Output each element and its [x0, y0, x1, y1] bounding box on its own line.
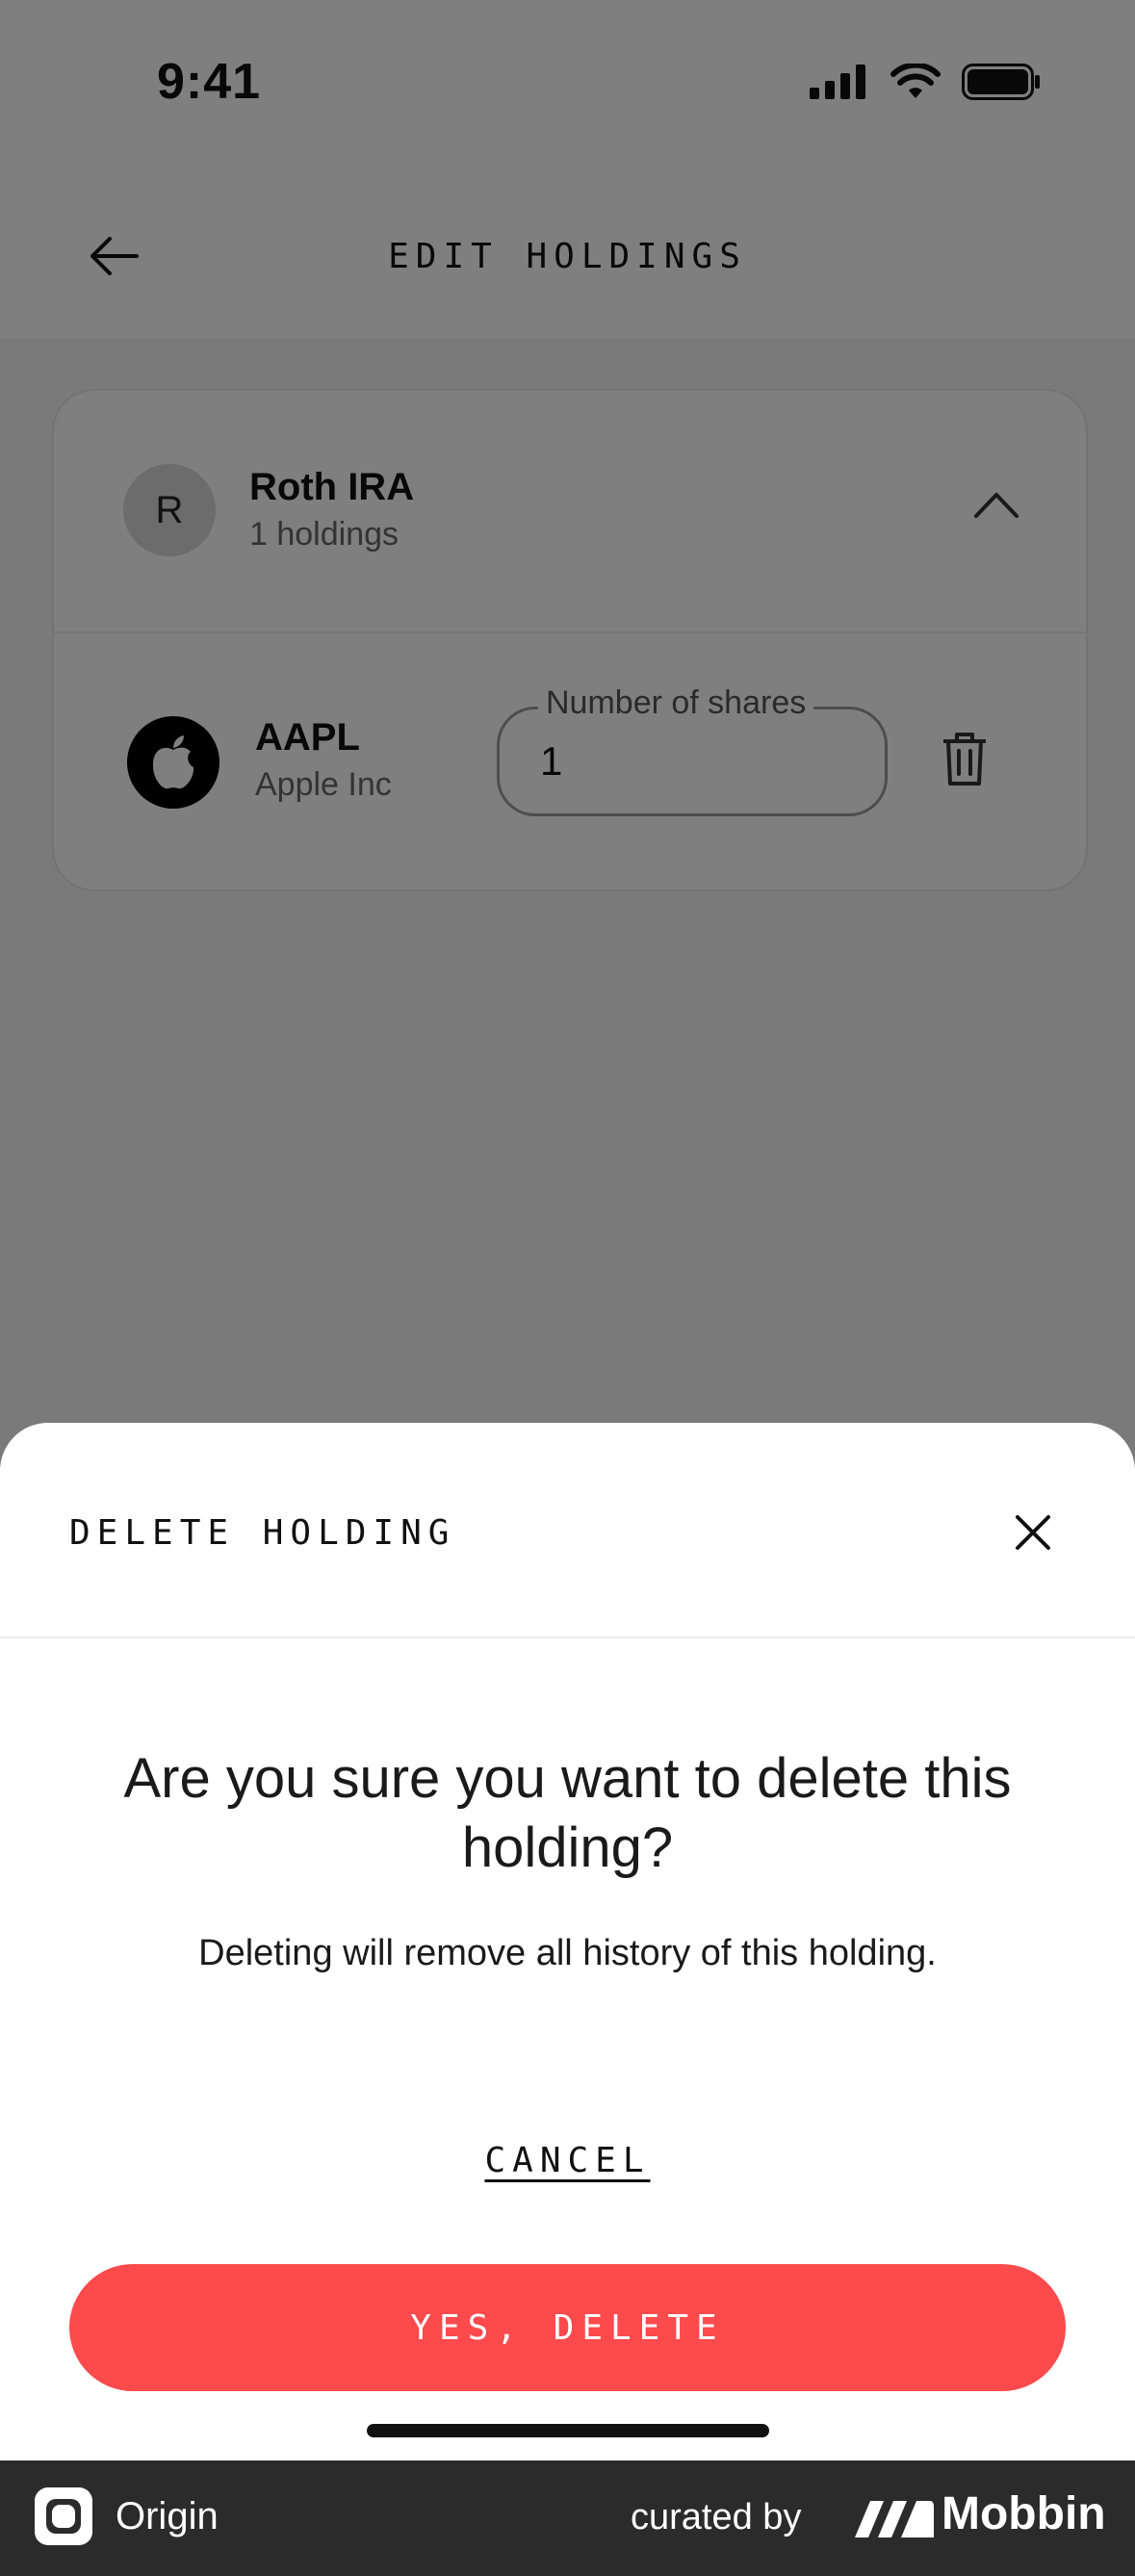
sheet-divider: [0, 1636, 1135, 1638]
home-indicator: [367, 2424, 769, 2437]
sheet-title: DELETE HOLDING: [69, 1513, 456, 1553]
mobbin-logo-icon: [855, 2501, 934, 2537]
confirm-delete-button[interactable]: YES, DELETE: [69, 2264, 1066, 2391]
sheet-body-text: Deleting will remove all history of this…: [198, 1933, 937, 1973]
footer-curated-by: curated by: [631, 2497, 802, 2537]
footer-app-name: Origin: [116, 2495, 219, 2537]
close-icon[interactable]: [1008, 1507, 1058, 1558]
delete-holding-sheet: DELETE HOLDING Are you sure you want to …: [0, 1423, 1135, 2460]
footer-bar: Origin curated by Mobbin: [0, 2460, 1135, 2576]
origin-logo-icon: [35, 2487, 92, 2545]
footer-brand: Mobbin: [942, 2488, 1106, 2539]
cancel-button[interactable]: CANCEL: [0, 2141, 1135, 2180]
sheet-heading: Are you sure you want to delete this hol…: [123, 1747, 1012, 1879]
